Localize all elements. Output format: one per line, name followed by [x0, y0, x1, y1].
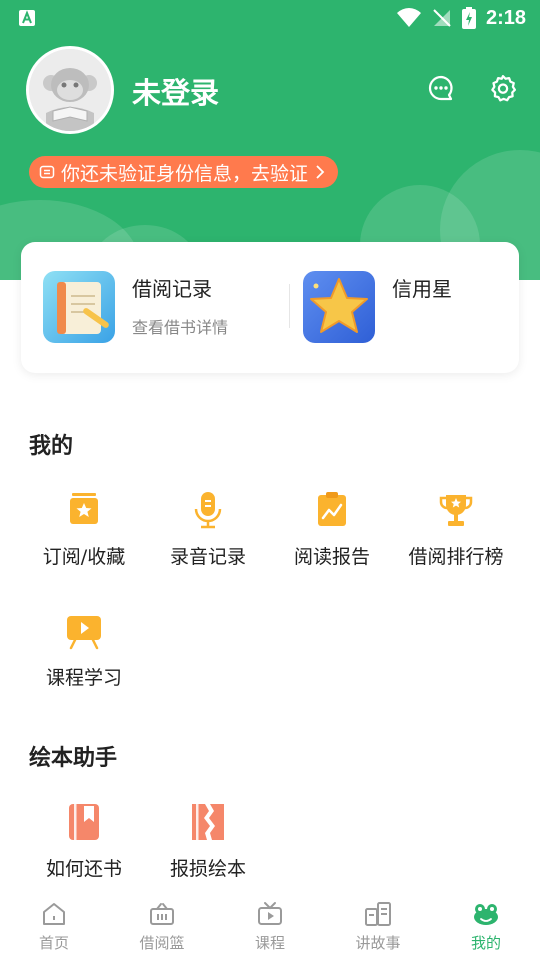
tab-borrow-basket-label: 借阅篮 [139, 934, 185, 952]
quick-access-card: 借阅记录 查看借书详情 信用星 [21, 242, 519, 373]
signal-off-icon [433, 9, 451, 27]
damaged-book-icon [192, 804, 224, 840]
borrow-records-subtitle: 查看借书详情 [132, 318, 229, 337]
tab-home-label: 首页 [38, 934, 69, 952]
tab-home[interactable]: 首页 [0, 888, 108, 960]
reading-report-item[interactable]: 阅读报告 [270, 490, 394, 569]
how-to-return-item[interactable]: 如何还书 [22, 802, 146, 881]
books-icon [362, 898, 394, 930]
tab-mine[interactable]: 我的 [432, 888, 540, 960]
tab-storytelling[interactable]: 讲故事 [324, 888, 432, 960]
verify-identity-banner[interactable]: 你还未验证身份信息，去验证 [29, 156, 339, 188]
subscribe-favorites-item[interactable]: 订阅/收藏 [22, 490, 146, 569]
recording-history-item[interactable]: 录音记录 [146, 490, 270, 569]
recording-history-label: 录音记录 [169, 546, 246, 568]
tab-courses-label: 课程 [254, 934, 285, 952]
credit-star-entry[interactable]: 信用星 [303, 271, 452, 343]
tab-borrow-basket[interactable]: 借阅篮 [108, 888, 216, 960]
chevron-right-icon [316, 165, 325, 179]
microphone-icon [194, 492, 222, 529]
clock: 2:18 [485, 6, 526, 29]
wifi-icon [396, 8, 421, 27]
report-damage-item[interactable]: 报损绘本 [146, 802, 270, 881]
verify-prompt-text: 你还未验证身份信息，去验证 [61, 162, 309, 185]
borrow-ranking-label: 借阅排行榜 [408, 546, 504, 568]
bottom-tab-bar: 首页 借阅篮 课程 讲故事 我的 [0, 888, 540, 960]
frog-icon [470, 898, 502, 930]
notebook-icon [43, 271, 115, 343]
gear-icon [491, 75, 516, 102]
app-notification-icon [19, 10, 35, 26]
subscribe-favorites-label: 订阅/收藏 [42, 546, 126, 568]
tv-icon [254, 898, 286, 930]
borrow-records-entry[interactable]: 借阅记录 查看借书详情 [43, 271, 228, 343]
home-icon [38, 898, 70, 930]
borrow-ranking-item[interactable]: 借阅排行榜 [394, 490, 518, 569]
settings-button[interactable] [488, 73, 518, 103]
profile-header [0, 0, 540, 280]
message-button[interactable] [426, 73, 456, 103]
card-divider [289, 284, 290, 328]
basket-icon [146, 898, 178, 930]
battery-charging-icon [461, 7, 476, 29]
username[interactable]: 未登录 [132, 70, 219, 112]
status-bar: 2:18 [0, 0, 540, 36]
section-title-helper: 绘本助手 [29, 746, 118, 771]
report-damage-label: 报损绘本 [169, 858, 246, 880]
tab-courses[interactable]: 课程 [216, 888, 324, 960]
book-return-icon [69, 804, 99, 840]
chat-bubble-icon [428, 75, 453, 101]
section-title-mine: 我的 [29, 434, 74, 459]
report-chart-icon [318, 492, 346, 526]
trophy-icon [439, 495, 473, 526]
bookmark-star-icon [70, 493, 98, 524]
how-to-return-label: 如何还书 [45, 858, 122, 880]
tab-storytelling-label: 讲故事 [355, 934, 401, 952]
credit-star-title: 信用星 [392, 277, 452, 301]
id-card-icon [39, 165, 55, 179]
star-icon [303, 271, 375, 343]
reading-report-label: 阅读报告 [293, 546, 370, 568]
borrow-records-title: 借阅记录 [132, 277, 212, 301]
avatar[interactable] [26, 46, 114, 134]
course-study-item[interactable]: 课程学习 [22, 611, 146, 690]
course-study-label: 课程学习 [45, 667, 122, 689]
tab-mine-label: 我的 [470, 934, 501, 952]
video-board-icon [67, 616, 101, 650]
